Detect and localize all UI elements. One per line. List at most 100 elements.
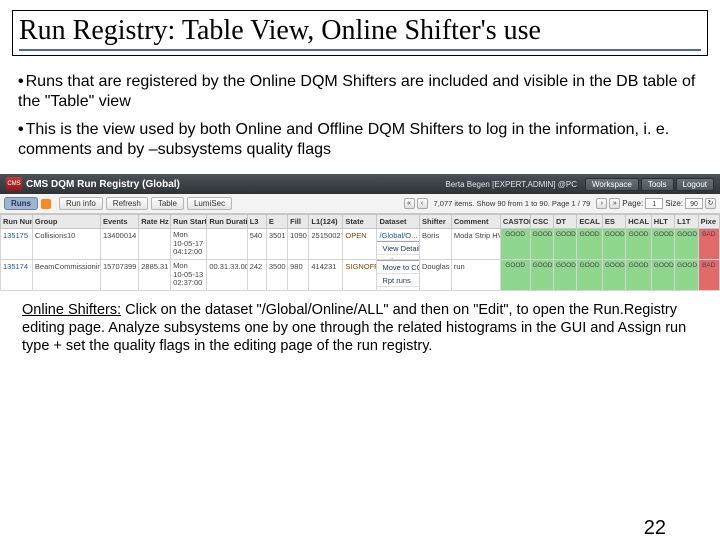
screenshot-panel: CMS CMS DQM Run Registry (Global) Berta … [0,174,720,291]
status-hlt[interactable]: GOOD [651,260,674,291]
col-started[interactable]: Run Started [171,215,207,229]
status-pixe[interactable]: BAD [698,260,719,291]
status-l1t[interactable]: GOOD [675,229,698,260]
col-l1[interactable]: L1(124) [309,215,343,229]
tab-runs[interactable]: Runs [4,197,38,210]
col-pixe[interactable]: Pixe [698,215,719,229]
status-pixe[interactable]: BAD [698,229,719,260]
col-comment[interactable]: Comment [451,215,500,229]
cell-e: 3501 [266,229,287,260]
bullet-2: •This is the view used by both Online an… [18,120,702,160]
runinfo-button[interactable]: Run info [59,197,103,210]
col-e[interactable]: E [266,215,287,229]
cell-run[interactable]: 135174 [1,260,33,291]
app-title: CMS DQM Run Registry (Global) [26,179,180,190]
status-ecal[interactable]: GOOD [577,229,603,260]
rss-icon[interactable] [41,199,51,209]
cell-group: Collisions10 [32,229,100,260]
col-csc[interactable]: CSC [530,215,553,229]
pager-next-icon[interactable]: › [596,198,607,209]
cell-e: 3500 [266,260,287,291]
cell-l3: 540 [247,229,266,260]
status-dt[interactable]: GOOD [553,260,576,291]
cell-started: Mon10-05-1302:37:00 [171,260,207,291]
col-es[interactable]: ES [602,215,625,229]
refresh-button[interactable]: Refresh [106,197,148,210]
cell-state: SIGNOFF [343,260,377,291]
cell-fill: 980 [288,260,309,291]
status-es[interactable]: GOOD [602,260,625,291]
dataset-context-menu[interactable]: View Details Edit Move to SIGNOFF [377,241,420,259]
col-dataset[interactable]: Dataset [377,215,420,229]
col-events[interactable]: Events [100,215,138,229]
table-row[interactable]: 135175 Collisions10 13400014 Mon10-05-17… [1,229,720,260]
col-hlt[interactable]: HLT [651,215,674,229]
col-hcal[interactable]: HCAL [626,215,652,229]
slide-title: Run Registry: Table View, Online Shifter… [19,15,701,51]
table-row[interactable]: 135174 BeamCommissioning10 15707399 2885… [1,260,720,291]
cell-duration [207,229,247,260]
ctx-express-signoff[interactable]: Express-All/Signoff [377,287,420,290]
table-button[interactable]: Table [151,197,184,210]
col-group[interactable]: Group [32,215,100,229]
status-es[interactable]: GOOD [602,229,625,260]
col-state[interactable]: State [343,215,377,229]
user-info: Berta Begen [EXPERT,ADMIN] @PC [445,180,577,189]
status-csc[interactable]: GOOD [530,229,553,260]
pager-prev-icon[interactable]: ‹ [417,198,428,209]
status-hcal[interactable]: GOOD [626,260,652,291]
cell-dataset[interactable]: /Global/O... View Details Edit Move to S… [377,229,420,260]
signoff-context-menu[interactable]: Move to COMPLETED Rpt runs Express-All/S… [377,260,420,290]
ctx-view-details[interactable]: View Details [377,242,420,255]
cell-shifter: Boris [419,229,451,260]
status-hlt[interactable]: GOOD [651,229,674,260]
size-input[interactable]: 90 [685,198,703,209]
col-castor[interactable]: CASTOR [500,215,530,229]
cell-duration: 00.31.33.00 [207,260,247,291]
cell-l3: 242 [247,260,266,291]
page-input[interactable]: 1 [645,198,663,209]
status-l1t[interactable]: GOOD [675,260,698,291]
col-l3[interactable]: L3 [247,215,266,229]
table-header: Run Number Group Events Rate Hz Run Star… [1,215,720,229]
cell-group: BeamCommissioning10 [32,260,100,291]
cell-state: OPEN [343,229,377,260]
status-csc[interactable]: GOOD [530,260,553,291]
status-ecal[interactable]: GOOD [577,260,603,291]
status-castor[interactable]: GOOD [500,229,530,260]
col-dt[interactable]: DT [553,215,576,229]
workspace-button[interactable]: Workspace [585,178,639,191]
tools-button[interactable]: Tools [641,178,674,191]
col-l1t[interactable]: L1T [675,215,698,229]
app-header: CMS CMS DQM Run Registry (Global) Berta … [0,174,720,194]
col-shifter[interactable]: Shifter [419,215,451,229]
col-run[interactable]: Run Number [1,215,33,229]
ctx-rpt-runs[interactable]: Rpt runs [377,274,420,287]
runs-table: Run Number Group Events Rate Hz Run Star… [0,214,720,291]
bullet-list: •Runs that are registered by the Online … [0,64,720,174]
pager-go-icon[interactable]: ↻ [705,198,716,209]
cell-rate [139,229,171,260]
lumisec-button[interactable]: LumiSec [187,197,232,210]
col-duration[interactable]: Run Duration [207,215,247,229]
title-container: Run Registry: Table View, Online Shifter… [12,10,708,56]
pager-info: 7,077 items. Show 90 from 1 to 90. Page … [434,199,591,208]
menubar: Runs Run info Refresh Table LumiSec « ‹ … [0,194,720,214]
status-dt[interactable]: GOOD [553,229,576,260]
pager-last-icon[interactable]: » [609,198,620,209]
cell-dataset[interactable]: /Global/O... Move to COMPLETED Rpt runs … [377,260,420,291]
ctx-move-completed[interactable]: Move to COMPLETED [377,261,420,274]
logout-button[interactable]: Logout [676,178,714,191]
cell-l1: 414231 [309,260,343,291]
status-castor[interactable]: GOOD [500,260,530,291]
col-fill[interactable]: Fill [288,215,309,229]
caption: Online Shifters: Click on the dataset "/… [0,291,720,355]
pager-first-icon[interactable]: « [404,198,415,209]
caption-label: Online Shifters: [22,302,121,318]
pager: « ‹ 7,077 items. Show 90 from 1 to 90. P… [404,198,716,209]
col-ecal[interactable]: ECAL [577,215,603,229]
status-hcal[interactable]: GOOD [626,229,652,260]
cell-run[interactable]: 135175 [1,229,33,260]
col-rate[interactable]: Rate Hz [139,215,171,229]
bullet-1: •Runs that are registered by the Online … [18,72,702,112]
